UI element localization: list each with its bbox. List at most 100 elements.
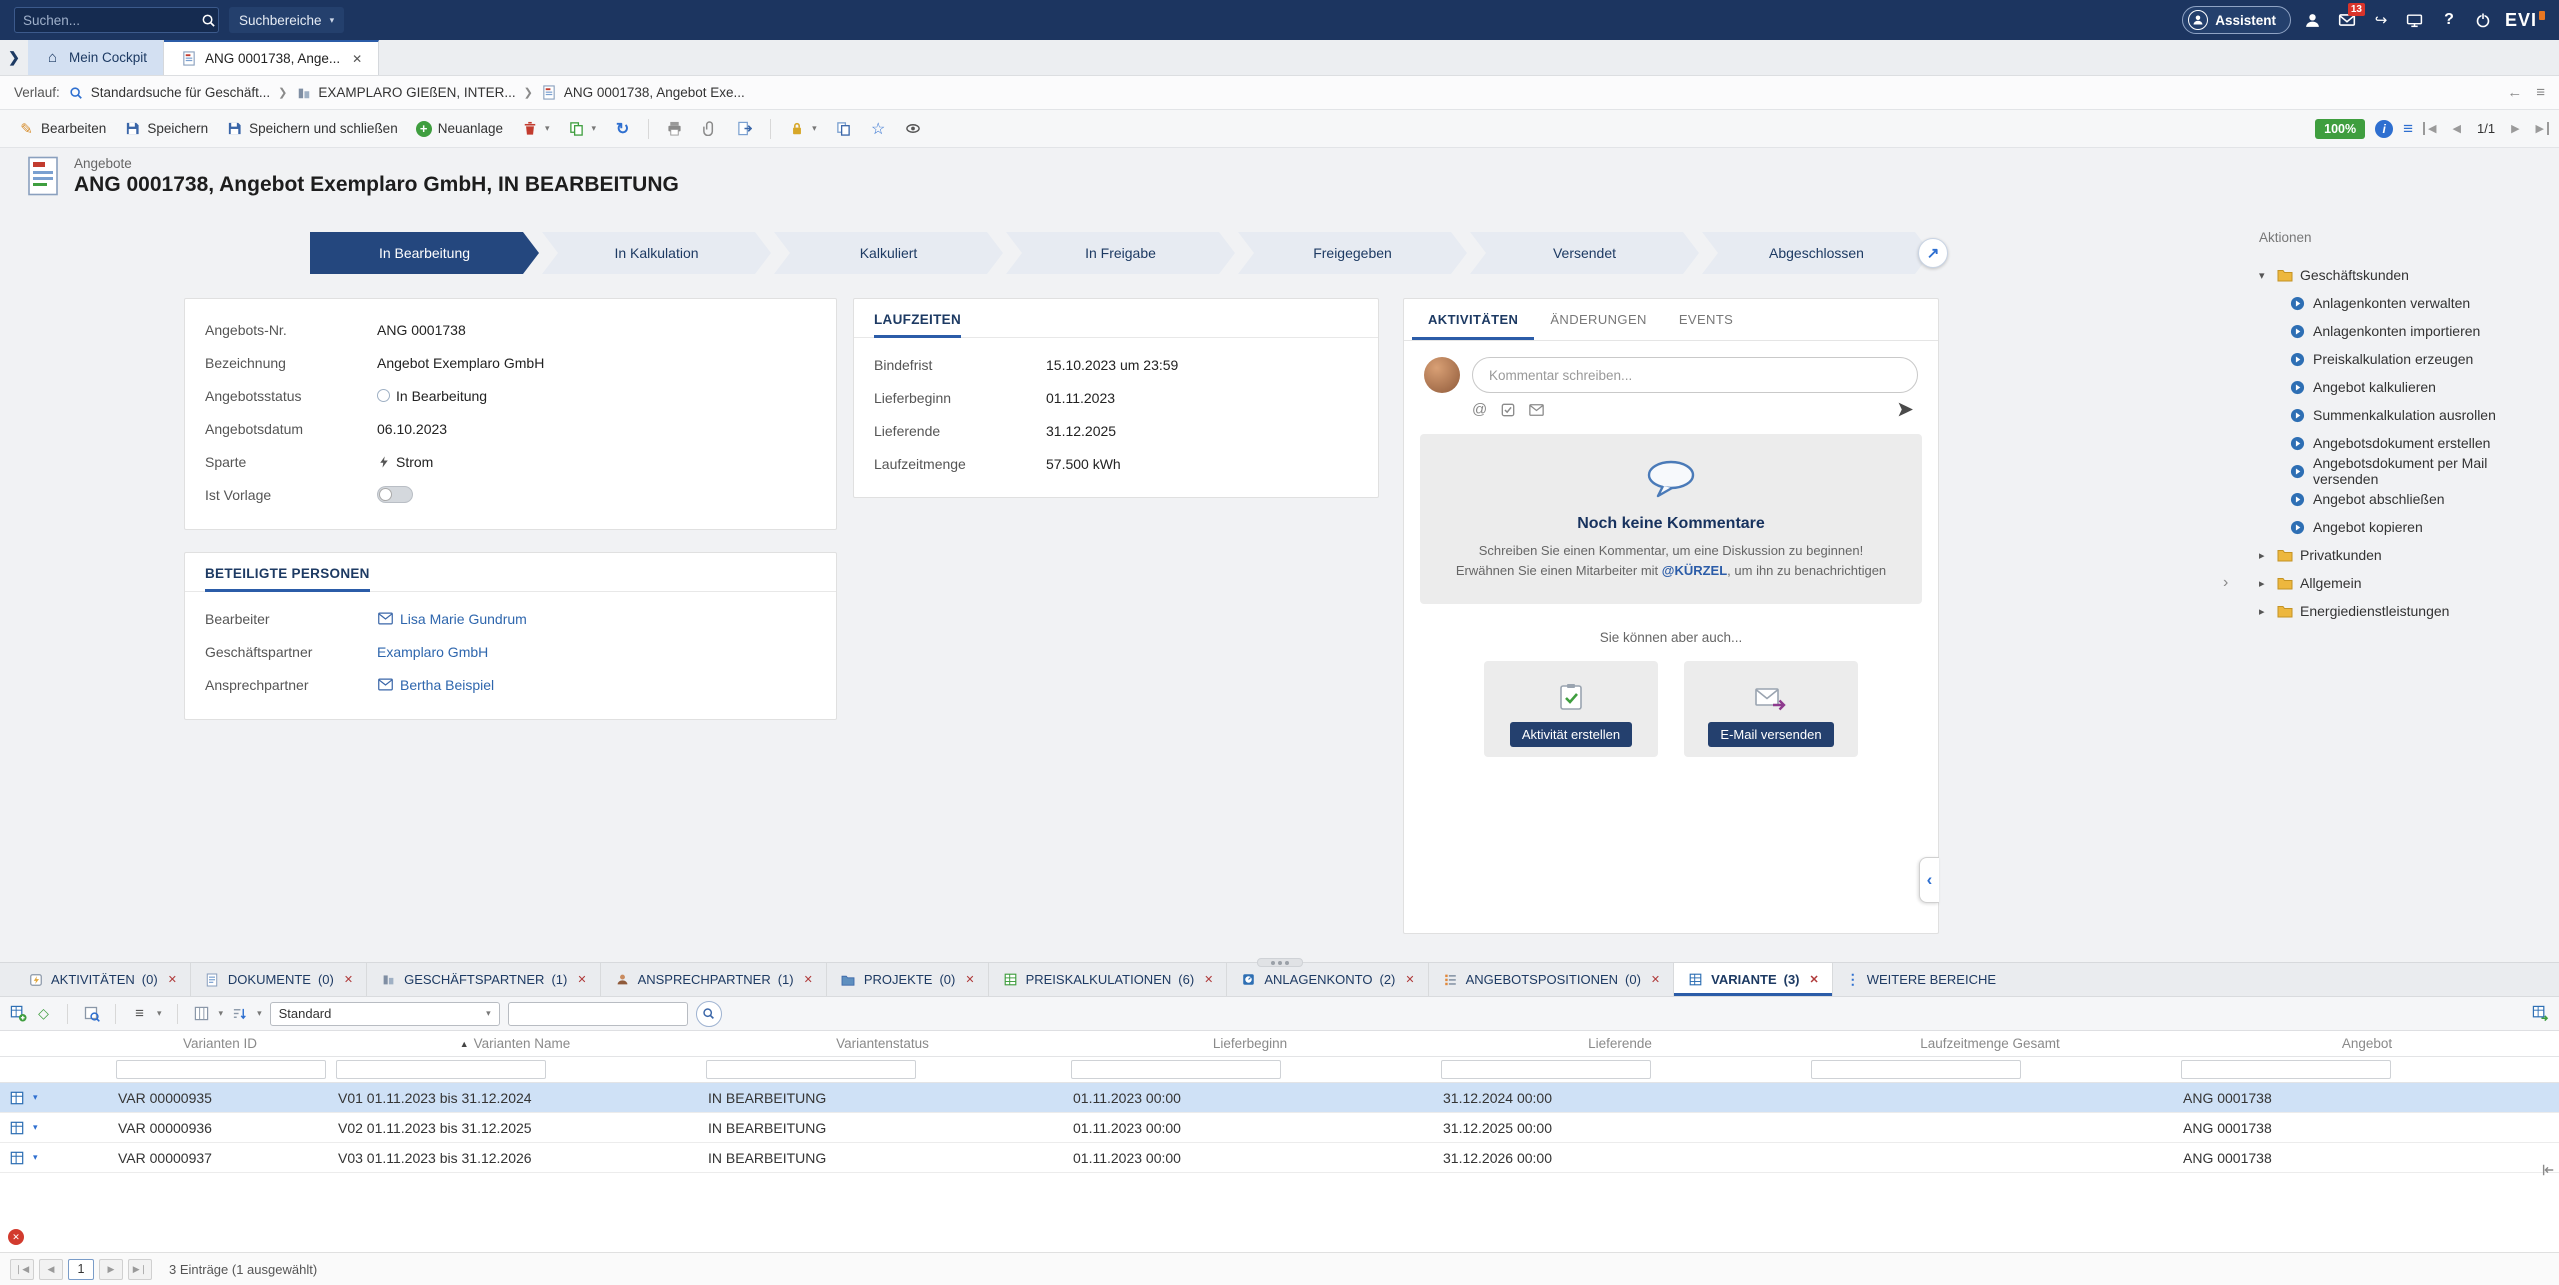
tab-weitere-bereiche[interactable]: ⋮ WEITERE BEREICHE <box>1833 963 2009 996</box>
col-variantenstatus[interactable]: Variantenstatus <box>700 1036 1065 1051</box>
nav-expand-icon[interactable]: ❯ <box>0 40 28 75</box>
send-icon[interactable] <box>1897 401 1914 418</box>
row-menu-icon[interactable]: ▾ <box>33 1122 38 1133</box>
close-tab-icon[interactable]: ✕ <box>1810 973 1819 986</box>
task-icon[interactable] <box>1499 401 1516 418</box>
assistant-button[interactable]: Assistent <box>2182 6 2291 34</box>
envelope-icon[interactable] <box>377 676 394 693</box>
attach-button[interactable] <box>693 116 726 141</box>
next-page-icon[interactable]: ▶ <box>99 1259 123 1280</box>
power-icon[interactable] <box>2471 8 2495 32</box>
tree-group-allgemein[interactable]: ▸ Allgemein <box>2259 569 2549 597</box>
mention-icon[interactable]: @ <box>1472 401 1487 418</box>
action-summenkalkulation-ausrollen[interactable]: Summenkalkulation ausrollen <box>2259 401 2549 429</box>
last-record-icon[interactable]: ▶ <box>2533 122 2549 135</box>
row-menu-icon[interactable]: ▾ <box>33 1092 38 1103</box>
duplicate-button[interactable] <box>827 116 860 141</box>
save-close-button[interactable]: Speichern und schließen <box>218 116 406 141</box>
filter-variantenstatus[interactable] <box>706 1060 916 1079</box>
action-angebot-kopieren[interactable]: Angebot kopieren <box>2259 513 2549 541</box>
error-indicator[interactable]: ✕ <box>8 1229 24 1245</box>
search-icon[interactable] <box>200 12 217 29</box>
help-icon[interactable]: ? <box>2437 8 2461 32</box>
col-lieferende[interactable]: Lieferende <box>1435 1036 1805 1051</box>
breadcrumb-item-search[interactable]: Standardsuche für Geschäft... <box>68 84 270 101</box>
breadcrumb-item-offer[interactable]: ANG 0001738, Angebot Exe... <box>541 84 745 101</box>
grid-search-icon[interactable] <box>83 1005 100 1022</box>
workflow-jump-icon[interactable]: ↗ <box>1918 238 1948 268</box>
tab-aktivitaeten[interactable]: AKTIVITÄTEN <box>1412 299 1534 340</box>
diamond-icon[interactable]: ◇ <box>35 1005 52 1022</box>
print-button[interactable] <box>658 116 691 141</box>
filter-angebot[interactable] <box>2181 1060 2391 1079</box>
chevron-down-icon[interactable]: ▾ <box>219 1008 224 1019</box>
grid-quick-filter-input[interactable] <box>508 1002 688 1026</box>
history-back-icon[interactable]: ← <box>2507 84 2522 101</box>
watch-button[interactable] <box>897 116 930 141</box>
col-varianten-name[interactable]: ▲Varianten Name <box>330 1036 700 1051</box>
completeness-badge[interactable]: 100% <box>2315 119 2365 139</box>
create-activity-button[interactable]: Aktivität erstellen <box>1510 722 1632 747</box>
create-activity-card[interactable]: Aktivität erstellen <box>1484 661 1658 757</box>
geschaeftspartner-link[interactable]: Examplaro GmbH <box>377 644 488 660</box>
col-angebot[interactable]: Angebot <box>2175 1036 2559 1051</box>
tab-dokumente[interactable]: DOKUMENTE(0) ✕ <box>191 963 367 996</box>
workflow-step-freigegeben[interactable]: Freigegeben <box>1238 232 1467 274</box>
dock-left-icon[interactable] <box>2541 1163 2555 1182</box>
tab-variante[interactable]: VARIANTE(3) ✕ <box>1674 963 1833 996</box>
save-button[interactable]: Speichern <box>116 116 216 141</box>
tree-group-geschaeftskunden[interactable]: ▾ Geschäftskunden <box>2259 261 2549 289</box>
caret-right-icon[interactable]: ▸ <box>2259 549 2269 562</box>
comment-input[interactable] <box>1472 357 1918 393</box>
variant-row-icon[interactable] <box>8 1149 25 1166</box>
user-icon[interactable] <box>2301 8 2325 32</box>
collapse-panel-icon[interactable]: ‹ <box>1919 857 1939 903</box>
grid-export-icon[interactable] <box>2532 1005 2549 1022</box>
tree-group-privatkunden[interactable]: ▸ Privatkunden <box>2259 541 2549 569</box>
tab-record[interactable]: ANG 0001738, Ange... ✕ <box>164 40 379 75</box>
menu-icon[interactable]: ≡ <box>2403 119 2413 139</box>
tab-events[interactable]: EVENTS <box>1663 299 1749 340</box>
col-laufzeitmenge[interactable]: Laufzeitmenge Gesamt <box>1805 1036 2175 1051</box>
close-tab-icon[interactable]: ✕ <box>1651 973 1660 986</box>
prev-page-icon[interactable]: ◀ <box>39 1259 63 1280</box>
workflow-step-versendet[interactable]: Versendet <box>1470 232 1699 274</box>
table-row[interactable]: ▾ VAR 00000936 V02 01.11.2023 bis 31.12.… <box>0 1113 2559 1143</box>
next-record-icon[interactable]: ▶ <box>2508 122 2522 135</box>
info-icon[interactable]: i <box>2375 120 2393 138</box>
search-scope-dropdown[interactable]: Suchbereiche ▾ <box>229 7 344 33</box>
action-anlagenkonten-importieren[interactable]: Anlagenkonten importieren <box>2259 317 2549 345</box>
close-tab-icon[interactable]: ✕ <box>804 973 813 986</box>
rows-view-icon[interactable]: ≡ <box>131 1005 148 1022</box>
mail-icon[interactable]: 13 <box>2335 8 2359 32</box>
filter-lieferbeginn[interactable] <box>1071 1060 1281 1079</box>
workflow-step-in-freigabe[interactable]: In Freigabe <box>1006 232 1235 274</box>
caret-right-icon[interactable]: ▸ <box>2259 605 2269 618</box>
tab-anlagenkonto[interactable]: ANLAGENKONTO(2) ✕ <box>1227 963 1428 996</box>
tab-mein-cockpit[interactable]: ⌂ Mein Cockpit <box>28 40 164 75</box>
workflow-step-in-kalkulation[interactable]: In Kalkulation <box>542 232 771 274</box>
workflow-step-in-bearbeitung[interactable]: In Bearbeitung <box>310 232 539 274</box>
columns-icon[interactable] <box>193 1005 210 1022</box>
col-lieferbeginn[interactable]: Lieferbeginn <box>1065 1036 1435 1051</box>
workflow-step-abgeschlossen[interactable]: Abgeschlossen <box>1702 232 1931 274</box>
close-tab-icon[interactable]: ✕ <box>1405 973 1414 986</box>
refresh-button[interactable]: ↻ <box>606 116 639 141</box>
action-angebotsdokument-erstellen[interactable]: Angebotsdokument erstellen <box>2259 429 2549 457</box>
favorite-button[interactable]: ☆ <box>862 116 895 141</box>
variant-row-icon[interactable] <box>8 1119 25 1136</box>
chevron-down-icon[interactable]: ▾ <box>157 1008 162 1019</box>
tree-group-energiedienstleistungen[interactable]: ▸ Energiedienstleistungen <box>2259 597 2549 625</box>
last-page-icon[interactable]: ▶❘ <box>128 1259 152 1280</box>
panel-splitter[interactable] <box>1257 958 1303 967</box>
global-search-input[interactable] <box>23 13 200 28</box>
variant-row-icon[interactable] <box>8 1089 25 1106</box>
history-menu-icon[interactable]: ≡ <box>2536 84 2545 101</box>
share-icon[interactable]: ↪ <box>2369 8 2393 32</box>
new-button[interactable]: + Neuanlage <box>408 117 511 141</box>
tab-aenderungen[interactable]: ÄNDERUNGEN <box>1534 299 1662 340</box>
send-email-card[interactable]: E-Mail versenden <box>1684 661 1858 757</box>
close-tab-icon[interactable]: ✕ <box>344 973 353 986</box>
caret-down-icon[interactable]: ▾ <box>2259 269 2269 282</box>
workflow-step-kalkuliert[interactable]: Kalkuliert <box>774 232 1003 274</box>
